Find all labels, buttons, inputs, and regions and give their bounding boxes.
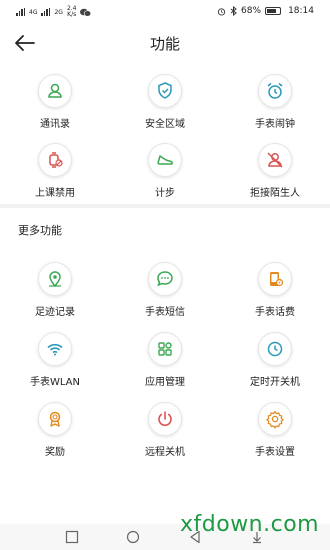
function-label: 手表WLAN	[29, 377, 80, 388]
wechat-icon	[80, 8, 92, 17]
top-functions-panel: 通讯录 安全区域 手表闹钟 上课禁用 计步 拒接陌生人	[0, 62, 330, 204]
function-label: 手表设置	[255, 447, 295, 458]
function-apps[interactable]: 应用管理	[110, 332, 220, 388]
function-block-stranger[interactable]: 拒接陌生人	[220, 143, 330, 199]
block-stranger-icon	[267, 152, 283, 168]
section-title: 更多功能	[18, 224, 62, 237]
function-label: 拒接陌生人	[250, 188, 300, 199]
bluetooth-icon	[230, 6, 237, 16]
timer-icon	[267, 341, 283, 357]
shoe-icon	[157, 155, 173, 165]
function-alarm[interactable]: 手表闹钟	[220, 74, 330, 130]
svg-text:¥: ¥	[278, 280, 281, 285]
function-phone-bill[interactable]: ¥ 手表话费	[220, 262, 330, 318]
clock-time: 18:14	[288, 6, 314, 16]
more-functions-grid: 足迹记录 手表短信 ¥ 手表话费 手表WLAN 应用管理 定时开关机 奖励 远程…	[0, 262, 330, 458]
function-label: 应用管理	[145, 377, 185, 388]
home-icon[interactable]	[126, 530, 140, 544]
signal-icon-2	[41, 8, 51, 16]
function-label: 计步	[155, 188, 175, 199]
more-functions-panel: 更多功能 足迹记录 手表短信 ¥ 手表话费 手表WLAN 应用管理 定时开关机 …	[0, 208, 330, 524]
function-label: 定时开关机	[250, 377, 300, 388]
status-right: 68% 18:14	[217, 6, 314, 16]
class-disable-icon	[49, 152, 63, 168]
page-title: 功能	[149, 35, 180, 53]
network-right-label: 2G	[54, 8, 63, 16]
function-safe-zone[interactable]: 安全区域	[110, 74, 220, 130]
alarm-clock-icon	[267, 82, 283, 99]
gear-icon	[266, 410, 284, 429]
safe-zone-icon	[158, 82, 172, 99]
function-steps[interactable]: 计步	[110, 143, 220, 199]
top-functions-grid: 通讯录 安全区域 手表闹钟 上课禁用 计步 拒接陌生人	[0, 74, 330, 199]
function-remote-shutdown[interactable]: 远程关机	[110, 402, 220, 458]
function-label: 奖励	[45, 447, 65, 458]
phone-bill-icon: ¥	[270, 272, 284, 287]
function-contacts[interactable]: 通讯录	[0, 74, 110, 130]
function-label: 上课禁用	[35, 188, 75, 199]
status-left: 4G 2G 2.4 K/s	[16, 6, 92, 18]
function-label: 足迹记录	[35, 307, 75, 318]
function-label: 手表闹钟	[255, 119, 295, 130]
battery-percent: 68%	[241, 6, 262, 16]
net-speed: 2.4 K/s	[67, 6, 77, 18]
alarm-status-icon	[217, 7, 226, 16]
function-label: 手表短信	[145, 307, 185, 318]
watermark-text: xfdown.com	[180, 512, 320, 537]
location-pin-icon	[49, 271, 61, 288]
function-label: 通讯录	[40, 119, 70, 130]
function-wlan[interactable]: 手表WLAN	[0, 332, 110, 388]
message-icon	[157, 271, 173, 287]
wifi-icon	[47, 343, 63, 356]
recent-apps-icon[interactable]	[65, 530, 79, 544]
status-bar: 4G 2G 2.4 K/s 68% 18:14	[0, 0, 330, 24]
contacts-icon	[48, 83, 62, 98]
function-class-disable[interactable]: 上课禁用	[0, 143, 110, 199]
function-label: 安全区域	[145, 119, 185, 130]
function-reward[interactable]: 奖励	[0, 402, 110, 458]
function-footprint[interactable]: 足迹记录	[0, 262, 110, 318]
signal-icon	[16, 8, 25, 16]
apps-icon	[158, 342, 172, 356]
network-left-label: 4G	[29, 8, 38, 16]
function-timer-power[interactable]: 定时开关机	[220, 332, 330, 388]
function-sms[interactable]: 手表短信	[110, 262, 220, 318]
function-label: 远程关机	[145, 447, 185, 458]
battery-icon	[265, 7, 282, 15]
app-header: 功能	[0, 24, 330, 62]
function-label: 手表话费	[255, 307, 295, 318]
medal-icon	[49, 411, 61, 427]
net-speed-unit: K/s	[67, 11, 77, 18]
function-settings[interactable]: 手表设置	[220, 402, 330, 458]
power-icon	[158, 411, 172, 426]
